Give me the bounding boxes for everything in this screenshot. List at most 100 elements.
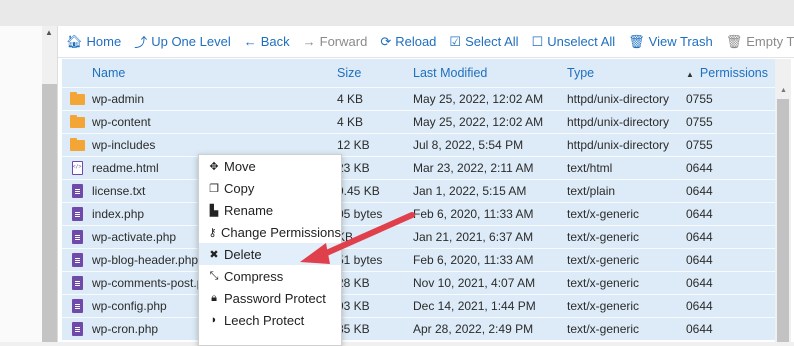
file-size: 9.45 KB bbox=[337, 184, 380, 198]
close-icon: ✖ bbox=[209, 248, 219, 261]
move-icon: ✥ bbox=[209, 160, 219, 173]
header-permissions[interactable]: ▲ Permissions bbox=[686, 66, 768, 80]
table-row[interactable]: wp-blog-header.php 51 bytes Feb 6, 2020, 1… bbox=[62, 248, 775, 271]
file-name: wp-admin bbox=[92, 92, 145, 106]
file-size: 4 KB bbox=[337, 115, 364, 129]
file-permissions: 0755 bbox=[686, 92, 713, 106]
back-button[interactable]: ← Back bbox=[244, 34, 290, 49]
file-type: text/x-generic bbox=[567, 207, 640, 221]
menu-item-change-permissions[interactable]: ⚷ Change Permissions bbox=[199, 221, 341, 243]
table-row[interactable]: wp-config.php 93 KB Dec 14, 2021, 1:44 PM t… bbox=[62, 294, 775, 317]
html-file-icon bbox=[71, 161, 83, 175]
table-header: Name Size Last Modified Type ▲ Permission… bbox=[62, 59, 775, 87]
trash-icon: 🗑︎ bbox=[725, 33, 743, 49]
file-type: text/plain bbox=[567, 184, 616, 198]
header-last-modified[interactable]: Last Modified bbox=[413, 66, 567, 80]
folder-icon bbox=[69, 114, 85, 128]
text-file-icon bbox=[71, 230, 83, 244]
file-size: 05 bytes bbox=[337, 207, 383, 221]
table-scroll-thumb[interactable] bbox=[777, 99, 789, 342]
table-row[interactable]: wp-includes 12 KB Jul 8, 2022, 5:54 PM http… bbox=[62, 133, 775, 156]
key-icon: ⚷ bbox=[208, 226, 217, 239]
view-trash-button[interactable]: 🗑︎ View Trash bbox=[628, 34, 713, 50]
table-row[interactable]: wp-comments-post.ph 28 KB Nov 10, 2021, 4:… bbox=[62, 271, 775, 294]
scroll-up-icon[interactable]: ▲ bbox=[780, 87, 787, 94]
file-modified: Jan 1, 2022, 5:15 AM bbox=[413, 184, 527, 198]
header-name[interactable]: Name bbox=[92, 66, 337, 80]
left-scroll-thumb[interactable] bbox=[42, 84, 57, 342]
file-permissions: 0644 bbox=[686, 207, 713, 221]
table-row[interactable]: wp-admin 4 KB May 25, 2022, 12:02 AM httpd/… bbox=[62, 87, 775, 110]
menu-item-copy[interactable]: ❐ Copy bbox=[199, 177, 341, 199]
file-modified: Apr 28, 2022, 2:49 PM bbox=[413, 322, 534, 336]
file-modified: Feb 6, 2020, 11:33 AM bbox=[413, 207, 534, 221]
home-icon: 🏠︎ bbox=[66, 33, 83, 49]
file-type: text/x-generic bbox=[567, 253, 640, 267]
text-file-icon bbox=[71, 184, 83, 198]
menu-item-delete[interactable]: ✖ Delete bbox=[199, 243, 341, 265]
file-type: httpd/unix-directory bbox=[567, 92, 670, 106]
file-modified: Feb 6, 2020, 11:33 AM bbox=[413, 253, 534, 267]
file-modified: Jan 21, 2021, 6:37 AM bbox=[413, 230, 534, 244]
table-row[interactable]: license.txt 9.45 KB Jan 1, 2022, 5:15 AM te… bbox=[62, 179, 775, 202]
trash-icon: 🗑︎ bbox=[628, 33, 645, 49]
arrow-right-icon: → bbox=[302, 34, 316, 49]
file-modified: May 25, 2022, 12:02 AM bbox=[413, 92, 544, 106]
unselect-all-button[interactable]: ☐ Unselect All bbox=[532, 34, 616, 50]
table-body: wp-admin 4 KB May 25, 2022, 12:02 AM httpd/… bbox=[62, 87, 775, 340]
file-modified: Dec 14, 2021, 1:44 PM bbox=[413, 299, 536, 313]
checkbox-empty-icon: ☐ bbox=[531, 33, 544, 49]
file-modified: Jul 8, 2022, 5:54 PM bbox=[413, 138, 524, 152]
file-permissions: 0644 bbox=[686, 161, 713, 175]
file-permissions: 0755 bbox=[686, 115, 713, 129]
header-size[interactable]: Size bbox=[337, 66, 413, 80]
file-size: 85 KB bbox=[337, 322, 370, 336]
file-size: 93 KB bbox=[337, 299, 370, 313]
file-type: text/x-generic bbox=[567, 230, 640, 244]
rename-icon: ▙ bbox=[209, 204, 219, 217]
file-type: text/x-generic bbox=[567, 276, 640, 290]
file-size: KB bbox=[337, 230, 354, 244]
file-type: text/html bbox=[567, 161, 613, 175]
up-one-level-button[interactable]: ⤴ Up One Level bbox=[134, 32, 231, 51]
header-type[interactable]: Type bbox=[567, 66, 686, 80]
table-row[interactable]: index.php 05 bytes Feb 6, 2020, 11:33 AM te… bbox=[62, 202, 775, 225]
file-permissions: 0644 bbox=[686, 322, 713, 336]
text-file-icon bbox=[71, 207, 83, 221]
table-row[interactable]: wp-cron.php 85 KB Apr 28, 2022, 2:49 PM tex… bbox=[62, 317, 775, 340]
text-file-icon bbox=[71, 276, 83, 290]
empty-trash-button[interactable]: 🗑︎Empty Trash bbox=[726, 34, 794, 50]
file-type: text/x-generic bbox=[567, 322, 640, 336]
scroll-up-icon[interactable]: ▲ bbox=[45, 28, 53, 37]
file-modified: Mar 23, 2022, 2:11 AM bbox=[413, 161, 534, 175]
file-permissions: 0755 bbox=[686, 138, 713, 152]
left-scrollbar[interactable]: ▲ bbox=[42, 26, 57, 342]
select-all-button[interactable]: ☑ Select All bbox=[449, 34, 518, 50]
file-type: httpd/unix-directory bbox=[567, 115, 670, 129]
reload-button[interactable]: ⟳ Reload bbox=[380, 34, 436, 50]
toolbar: 🏠︎ Home ⤴ Up One Level ← Back → Forward ⟳ Rel… bbox=[58, 26, 794, 58]
menu-item-leech-protect[interactable]: ◗ Leech Protect bbox=[199, 309, 341, 331]
shield-icon: ◗ bbox=[210, 314, 218, 326]
file-permissions: 0644 bbox=[686, 253, 713, 267]
sort-ascending-icon: ▲ bbox=[686, 70, 694, 79]
table-row[interactable]: wp-content 4 KB May 25, 2022, 12:02 AM http… bbox=[62, 110, 775, 133]
menu-item-rename[interactable]: ▙ Rename bbox=[199, 199, 341, 221]
table-scrollbar[interactable]: ▲ bbox=[775, 59, 791, 342]
table-row[interactable]: wp-activate.php KB Jan 21, 2021, 6:37 AM te… bbox=[62, 225, 775, 248]
file-table: Name Size Last Modified Type ▲ Permission… bbox=[62, 59, 775, 340]
table-row[interactable]: readme.html23 KBMar 23, 2022, 2:11 AMtex… bbox=[62, 156, 775, 179]
file-permissions: 0644 bbox=[686, 184, 713, 198]
file-modified: May 25, 2022, 12:02 AM bbox=[413, 115, 544, 129]
menu-item-compress[interactable]: ⤡ Compress bbox=[199, 265, 341, 287]
lock-icon: 🔒︎ bbox=[211, 291, 217, 304]
file-type: text/x-generic bbox=[567, 299, 640, 313]
file-name: wp-content bbox=[92, 115, 151, 129]
menu-item-password-protect[interactable]: 🔒︎ Password Protect bbox=[199, 287, 341, 309]
forward-button[interactable]: → Forward bbox=[303, 34, 368, 49]
folder-icon bbox=[69, 137, 85, 151]
file-permissions: 0644 bbox=[686, 299, 713, 313]
menu-item-move[interactable]: ✥ Move bbox=[199, 155, 341, 177]
home-button[interactable]: 🏠︎ Home bbox=[66, 34, 121, 50]
file-type: httpd/unix-directory bbox=[567, 138, 670, 152]
